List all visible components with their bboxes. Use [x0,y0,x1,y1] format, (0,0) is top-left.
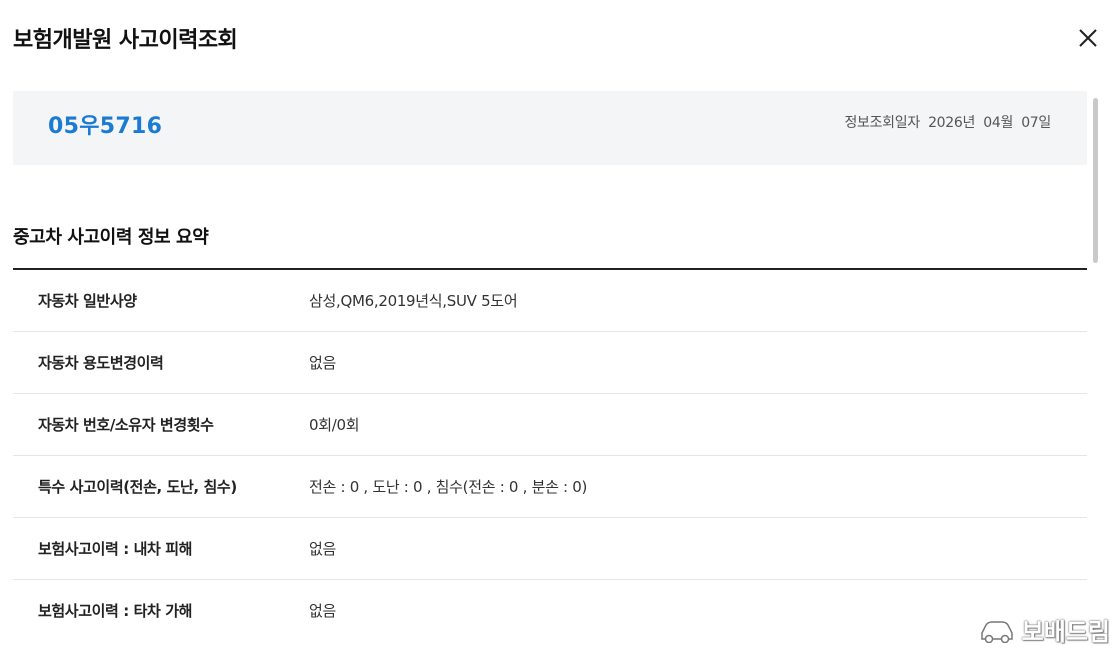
row-value: 없음 [309,602,337,620]
row-value: 없음 [309,354,337,372]
summary-table: 자동차 일반사양 삼성,QM6,2019년식,SUV 5도어 자동차 용도변경이… [13,268,1087,641]
car-logo-icon [980,620,1013,643]
modal-title: 보험개발원 사고이력조회 [13,28,238,53]
lookup-date-month: 04월 [983,115,1014,131]
summary-row-spec: 자동차 일반사양 삼성,QM6,2019년식,SUV 5도어 [13,270,1087,332]
close-button[interactable] [1074,24,1102,52]
lookup-date-day: 07일 [1021,115,1051,131]
watermark: 보배드림 [978,612,1110,647]
lookup-date-label: 정보조회일자 [844,115,920,131]
modal-header: 보험개발원 사고이력조회 [13,22,1120,56]
row-value: 없음 [309,540,337,558]
summary-section-title: 중고차 사고이력 정보 요약 [13,227,209,248]
license-plate-number: 05우5716 [48,114,163,139]
scrollbar-thumb[interactable] [1093,98,1098,263]
row-label: 보험사고이력 : 내차 피해 [38,540,193,558]
lookup-date: 정보조회일자 2026년 04월 07일 [844,112,1051,132]
row-label: 특수 사고이력(전손, 도난, 침수) [38,478,237,496]
accident-history-modal: 보험개발원 사고이력조회 05우5716 정보조회일자 2026년 04월 07… [0,0,1120,655]
row-label: 자동차 용도변경이력 [38,354,164,372]
row-value: 0회/0회 [309,416,360,434]
row-value: 전손 : 0 , 도난 : 0 , 침수(전손 : 0 , 분손 : 0) [309,478,588,496]
summary-row-other-damage: 보험사고이력 : 타차 가해 없음 [13,580,1087,641]
row-value: 삼성,QM6,2019년식,SUV 5도어 [309,292,518,310]
row-label: 자동차 일반사양 [38,292,137,310]
summary-row-own-damage: 보험사고이력 : 내차 피해 없음 [13,518,1087,580]
summary-row-usage-change: 자동차 용도변경이력 없음 [13,332,1087,394]
close-icon [1079,29,1097,47]
summary-row-owner-change: 자동차 번호/소유자 변경횟수 0회/0회 [13,394,1087,456]
row-label: 자동차 번호/소유자 변경횟수 [38,416,214,434]
watermark-text: 보배드림 [1021,618,1110,646]
summary-row-special-accident: 특수 사고이력(전손, 도난, 침수) 전손 : 0 , 도난 : 0 , 침수… [13,456,1087,518]
lookup-date-year: 2026년 [928,115,976,131]
row-label: 보험사고이력 : 타차 가해 [38,602,193,620]
vehicle-info-card: 05우5716 정보조회일자 2026년 04월 07일 [13,91,1087,165]
